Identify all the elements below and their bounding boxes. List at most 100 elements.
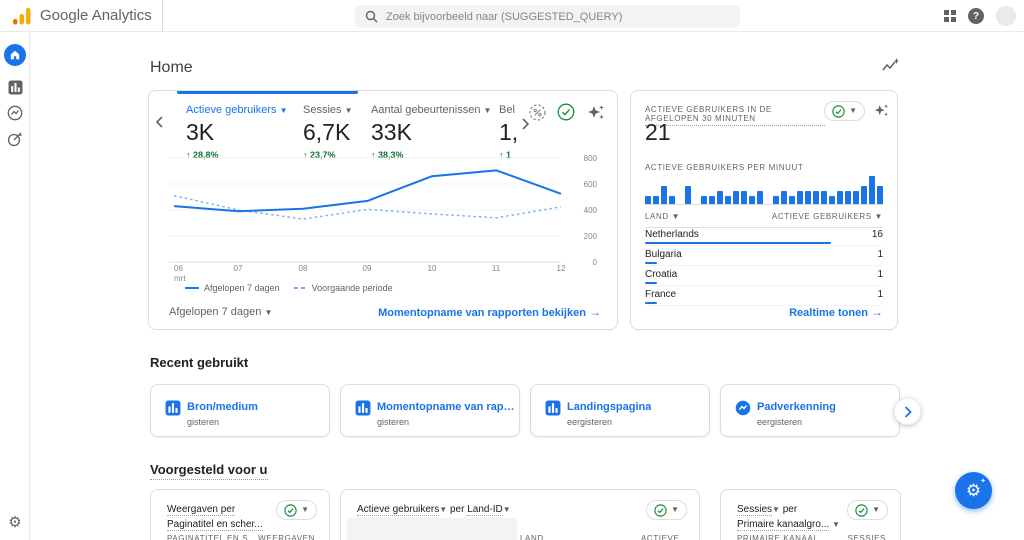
google-analytics-home: Google Analytics ▼ Zoek bijvoorbeeld naa… [0,0,1024,540]
legend-dashed-line-icon [293,287,307,289]
y-tick: 200 [583,232,597,241]
line-previous [173,195,562,220]
country-row[interactable]: Netherlands 16 [645,226,883,246]
sampling-icon[interactable] [529,103,546,121]
chevron-down-icon: ▼ [279,106,288,115]
minute-bar [837,191,843,204]
explore-icon [7,105,23,121]
chevron-down-icon: ▼ [772,505,780,514]
arrow-right-icon: → [871,305,883,319]
minute-bar [685,186,691,204]
selected-metric-indicator [177,91,358,94]
legend-previous-label: Voorgaande periode [311,283,393,293]
check-circle-icon [654,503,667,517]
country-table: Netherlands 16 Bulgaria 1 Croatia 1 Fran… [645,226,883,306]
chevron-down-icon: ▼ [502,505,511,514]
account-property-selector[interactable]: ▼ [163,0,375,32]
brand-title: Google Analytics [40,7,152,24]
recent-card-source-medium[interactable]: Bron/medium gisteren [150,384,330,437]
topbar: Google Analytics ▼ Zoek bijvoorbeeld naa… [0,0,1024,32]
avatar[interactable] [996,6,1016,26]
minute-bar [709,196,715,204]
chevron-down-icon: ▼ [671,212,681,221]
metric-key-events[interactable]: Bel 1, ↑ 1 [499,104,518,160]
suggested-card-users-by-country[interactable]: Actieve gebruikers▼ per Land-ID▼ ▼ LAND … [340,489,700,540]
minute-bar [805,191,811,204]
customize-fab[interactable]: ⚙ ✦ [955,472,992,509]
sidebar-item-advertising[interactable] [0,131,30,147]
data-quality-pill[interactable]: ▼ [847,500,888,520]
search-bar[interactable]: Zoek bijvoorbeeld naar (SUGGESTED_QUERY) [355,5,740,28]
suggested-card-views-by-page-title[interactable]: Weergaven per Paginatitel en scher... ▼ … [150,489,330,540]
x-tick: 09 [362,264,372,273]
metric-sessions[interactable]: Sessies ▼ 6,7K ↑ 23,7% [303,104,353,160]
chart-legend: Afgelopen 7 dagen Voorgaande periode [185,283,393,293]
minute-bar [869,176,875,204]
insights-sparkle-icon[interactable] [873,103,889,123]
recent-heading: Recent gebruikt [150,355,249,370]
sidebar-item-explore[interactable] [0,105,30,121]
google-analytics-logo-icon [12,7,32,25]
country-row[interactable]: France 1 [645,286,883,306]
minute-bar [645,196,651,204]
minute-bar [749,196,755,204]
report-icon [545,400,561,421]
minute-bar [813,191,819,204]
sidebar-item-home[interactable] [0,44,30,66]
sidebar-item-admin[interactable]: ⚙ [0,515,30,530]
realtime-link[interactable]: Realtime tonen → [789,305,883,319]
line-current [173,169,562,213]
minute-bar [789,196,795,204]
check-circle-icon [855,503,868,517]
column-active-users[interactable]: ACTIEVE GEBRUIKERS ▼ [772,212,883,221]
country-row[interactable]: Croatia 1 [645,266,883,286]
page-title: Home [150,59,193,76]
country-row[interactable]: Bulgaria 1 [645,246,883,266]
column-country[interactable]: LAND ▼ [645,212,680,221]
insights-sparkle-icon[interactable] [586,104,605,121]
check-circle-icon [284,503,297,517]
data-quality-check-icon[interactable] [557,103,575,121]
minute-bar [733,191,739,204]
minute-bar [661,186,667,204]
suggested-card-sessions-by-channel[interactable]: Sessies▼ per Primaire kanaalgro... ▼ ▼ P… [720,489,901,540]
recent-card-landing-page[interactable]: Landingspagina eergisteren [530,384,710,437]
search-placeholder: Zoek bijvoorbeeld naar (SUGGESTED_QUERY) [386,10,623,23]
per-minute-label: ACTIEVE GEBRUIKERS PER MINUUT [645,163,804,172]
carousel-next-button[interactable] [894,398,921,425]
minute-bar [781,191,787,204]
reports-snapshot-link[interactable]: Momentopname van rapporten bekijken → [378,305,601,319]
reports-icon [8,80,22,95]
metric-value: 3K [186,119,215,145]
gear-icon: ⚙ [8,514,22,531]
data-quality-pill[interactable]: ▼ [824,101,865,121]
recent-card-reports-snapshot[interactable]: Momentopname van rapporten gisteren [340,384,520,437]
sidebar: ⚙ [0,32,30,540]
insights-icon[interactable] [882,58,899,78]
date-range-selector[interactable]: Afgelopen 7 dagen ▼ [169,306,272,318]
report-icon [165,400,181,421]
data-quality-pill[interactable]: ▼ [276,500,317,520]
legend-solid-line-icon [185,287,199,289]
recent-card-path-exploration[interactable]: Padverkenning eergisteren [720,384,900,437]
metric-event-count[interactable]: Aantal gebeurtenissen ▼ 33K ↑ 38,3% [371,104,491,160]
sidebar-item-reports[interactable] [0,80,30,95]
sparkle-icon: ✦ [980,478,986,485]
data-quality-pill[interactable]: ▼ [646,500,687,520]
apps-grid-icon[interactable] [944,10,956,22]
x-tick: 07 [233,264,243,273]
metric-active-users[interactable]: Actieve gebruikers ▼ 3K ↑ 28,8% [186,104,287,160]
check-circle-icon [832,104,845,118]
realtime-title[interactable]: ACTIEVE GEBRUIKERS IN DE AFGELOPEN 30 MI… [645,105,825,126]
metrics-prev-button[interactable] [155,115,165,133]
y-tick: 800 [583,154,597,163]
explore-icon [735,400,751,421]
minute-bar [861,186,867,204]
realtime-bar-chart [645,175,883,205]
chevron-down-icon: ▼ [483,106,492,115]
metric-value: 6,7K [303,119,351,145]
minute-bar [653,196,659,204]
help-icon[interactable]: ? [968,8,984,24]
chevron-down-icon: ▼ [671,505,679,514]
x-tick: 06 mrt [174,264,186,284]
